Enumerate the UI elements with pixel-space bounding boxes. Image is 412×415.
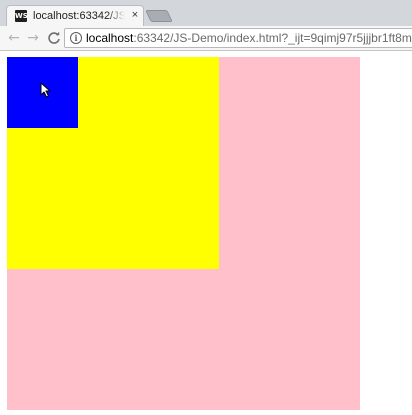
url-host: localhost <box>86 31 134 45</box>
tab-strip: WS localhost:63342/JS-Demo/index.html?_i… <box>0 0 412 26</box>
url-path: :63342/JS-Demo/index.html?_ijt=9qimj97r5… <box>133 31 412 45</box>
draggable-blue-box[interactable] <box>7 57 78 128</box>
page-content <box>0 51 412 415</box>
back-arrow-icon[interactable]: ← <box>5 28 23 48</box>
reload-icon[interactable] <box>45 28 63 48</box>
tab-active[interactable]: WS localhost:63342/JS-Demo/index.html?_i… <box>6 5 144 26</box>
reload-arrow-icon <box>48 31 60 44</box>
webstorm-favicon-icon: WS <box>15 10 28 22</box>
address-bar[interactable]: i localhost:63342/JS-Demo/index.html?_ij… <box>64 28 412 48</box>
arrow-cursor-icon <box>40 82 51 98</box>
url-text[interactable]: localhost:63342/JS-Demo/index.html?_ijt=… <box>86 31 412 45</box>
browser-window: WS localhost:63342/JS-Demo/index.html?_i… <box>0 0 412 415</box>
tab-title: localhost:63342/JS-Demo/index.html?_ijt=… <box>33 9 125 23</box>
middle-yellow-box <box>7 57 219 269</box>
forward-arrow-icon[interactable]: → <box>24 28 42 48</box>
info-icon[interactable]: i <box>70 32 82 44</box>
tab-close-icon[interactable]: × <box>129 8 141 22</box>
outer-pink-box <box>7 57 360 410</box>
browser-toolbar: ← → i localhost:63342/JS-Demo/index.html… <box>0 26 412 51</box>
new-tab-button[interactable] <box>145 10 173 22</box>
